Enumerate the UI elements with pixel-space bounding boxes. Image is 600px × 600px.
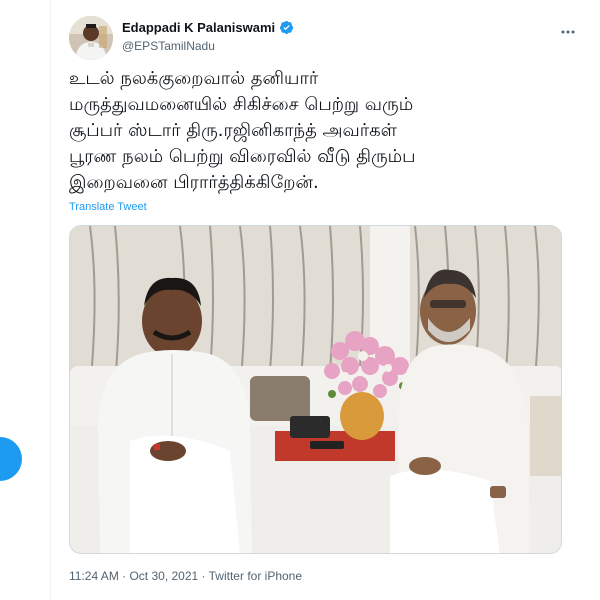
tweet-source[interactable]: Twitter for iPhone [209,569,302,583]
tweet-header: Edappadi K Palaniswami @EPSTamilNadu [69,16,584,64]
photo-two-men-seated-icon [70,226,561,553]
tweet-timestamp[interactable]: 11:24 AM · Oct 30, 2021 [69,569,198,583]
profile-photo-icon [69,16,113,60]
author-display-name[interactable]: Edappadi K Palaniswami [122,20,275,35]
more-options-button[interactable] [556,20,580,44]
more-horizontal-icon [561,30,575,34]
tweet-text-line: மருத்துவமனையில் சிகிச்சை பெற்று வரும் [69,94,414,115]
author-handle[interactable]: @EPSTamilNadu [122,39,294,53]
tweet-text-line: பூரண நலம் பெற்று விரைவில் வீடு திரும்ப [69,146,416,167]
avatar[interactable] [69,16,113,60]
meta-separator: · [198,569,209,583]
tweet-meta: 11:24 AM · Oct 30, 2021 · Twitter for iP… [69,569,302,583]
translate-tweet-link[interactable]: Translate Tweet [69,201,147,213]
tweet-text-line: உடல் நலக்குறைவால் தனியார் [69,68,319,89]
tweet-text-line: சூப்பர் ஸ்டார் திரு.ரஜினிகாந்த் அவர்கள் [69,120,397,141]
tweet-detail: Edappadi K Palaniswami @EPSTamilNadu உடல… [51,0,600,600]
verified-badge-icon [280,20,294,35]
tweet-photo[interactable] [69,225,562,554]
tweet-text-line: இறைவனை பிரார்த்திக்கிறேன். [69,172,319,193]
tweet-text: உடல் நலக்குறைவால் தனியார் மருத்துவமனையில… [69,66,569,196]
compose-button[interactable] [0,437,22,481]
